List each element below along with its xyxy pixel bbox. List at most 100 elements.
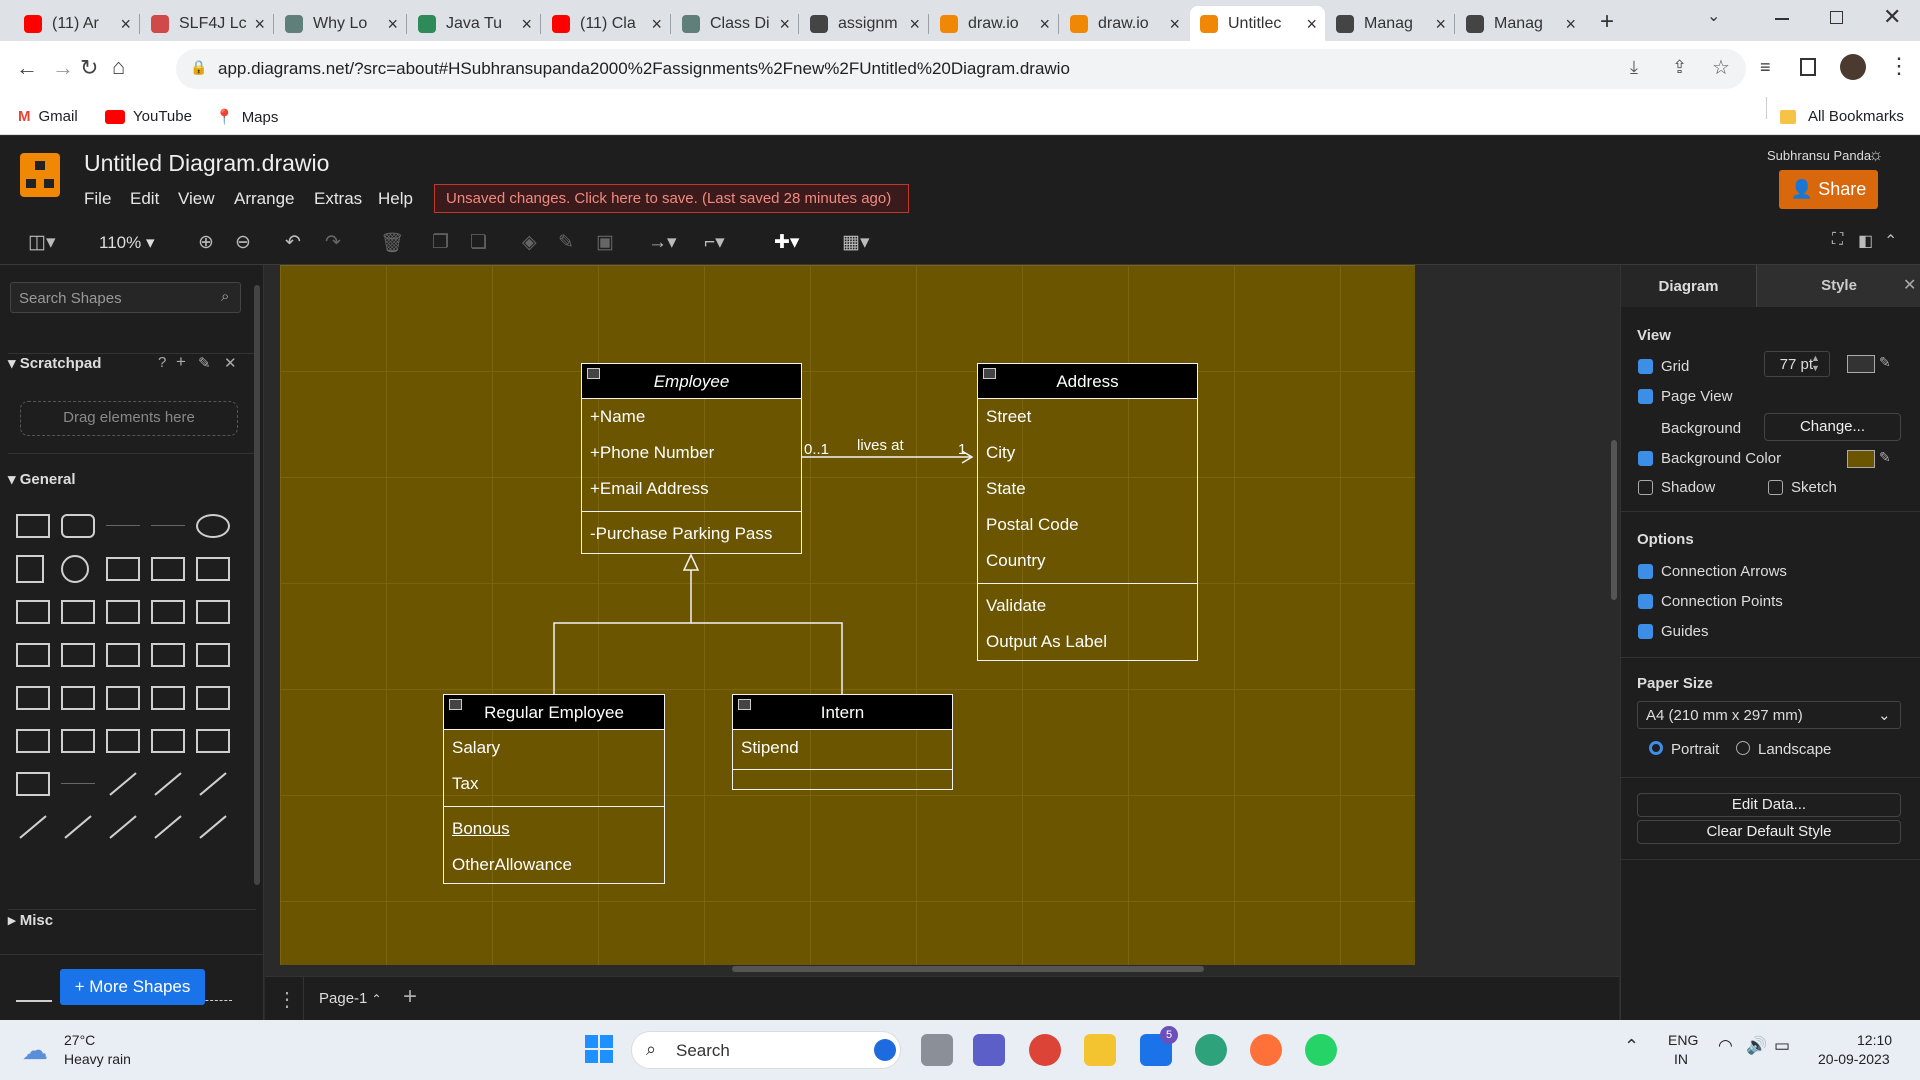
grid-size-input[interactable]: 77 pt: [1764, 351, 1830, 377]
edit-background-color-icon[interactable]: ✎: [1879, 449, 1891, 466]
sketch-label: Sketch: [1791, 479, 1837, 496]
teams-icon[interactable]: [973, 1034, 1005, 1066]
change-background-button[interactable]: Change...: [1764, 413, 1901, 441]
clock-date[interactable]: 20-09-2023: [1818, 1051, 1890, 1067]
attribute[interactable]: Salary: [444, 730, 664, 766]
attribute[interactable]: State: [978, 471, 1197, 507]
connection-arrows-label: Connection Arrows: [1661, 563, 1787, 580]
clear-default-style-button[interactable]: Clear Default Style: [1637, 820, 1901, 844]
windows-taskbar: ☁ 27°C Heavy rain ⌕ Search 5 ⌃ ENG IN ◠ …: [0, 1020, 1920, 1080]
class-divider: [444, 806, 664, 807]
edit-grid-color-icon[interactable]: ✎: [1879, 354, 1891, 371]
chrome-icon[interactable]: [1029, 1034, 1061, 1066]
clock-time[interactable]: 12:10: [1857, 1032, 1892, 1048]
class-regular-employee[interactable]: Regular Employee Salary Tax Bonous Other…: [443, 694, 665, 884]
wifi-icon[interactable]: ◠: [1718, 1036, 1733, 1056]
class-name: Intern: [820, 703, 865, 722]
edit-data-button[interactable]: Edit Data...: [1637, 793, 1901, 817]
background-color-checkbox[interactable]: [1638, 451, 1653, 466]
volume-icon[interactable]: 🔊: [1746, 1036, 1767, 1056]
association-label[interactable]: lives at: [857, 437, 904, 454]
file-explorer-icon[interactable]: [1084, 1034, 1116, 1066]
sketch-checkbox[interactable]: [1768, 480, 1783, 495]
collapse-toggle-icon[interactable]: [983, 368, 996, 379]
class-header[interactable]: Address: [978, 364, 1197, 399]
class-intern[interactable]: Intern Stipend: [732, 694, 953, 790]
connection-arrows-checkbox[interactable]: [1638, 564, 1653, 579]
add-page-icon[interactable]: +: [403, 983, 417, 1011]
attribute[interactable]: +Name: [582, 399, 801, 435]
attribute[interactable]: +Email Address: [582, 471, 801, 507]
portrait-label: Portrait: [1671, 741, 1720, 758]
attribute[interactable]: Stipend: [733, 730, 952, 766]
guides-checkbox[interactable]: [1638, 624, 1653, 639]
divider: [1621, 511, 1920, 512]
inheritance-line-intern[interactable]: [691, 622, 843, 694]
class-divider: [582, 511, 801, 512]
method[interactable]: Output As Label: [978, 624, 1197, 660]
method[interactable]: -Purchase Parking Pass: [582, 516, 801, 552]
attribute[interactable]: +Phone Number: [582, 435, 801, 471]
landscape-radio[interactable]: [1736, 741, 1750, 755]
paper-size-title: Paper Size: [1637, 675, 1713, 692]
grid-size-stepper[interactable]: ▲ ▼: [1811, 353, 1820, 373]
attribute[interactable]: Tax: [444, 766, 664, 802]
grid-color-swatch[interactable]: [1847, 355, 1875, 373]
canvas-vertical-scrollbar[interactable]: [1611, 440, 1617, 600]
task-view-icon[interactable]: [921, 1034, 953, 1066]
connection-points-checkbox[interactable]: [1638, 594, 1653, 609]
collapse-toggle-icon[interactable]: [587, 368, 600, 379]
weather-icon[interactable]: ☁: [22, 1035, 48, 1066]
language-code[interactable]: ENG: [1668, 1032, 1698, 1048]
whatsapp-icon[interactable]: [1305, 1034, 1337, 1066]
collapse-toggle-icon[interactable]: [738, 699, 751, 710]
portrait-radio[interactable]: [1649, 741, 1663, 755]
taskbar-search[interactable]: ⌕ Search: [631, 1031, 901, 1069]
mail-icon[interactable]: 5: [1140, 1026, 1178, 1066]
background-color-swatch[interactable]: [1847, 450, 1875, 468]
format-panel: Diagram Style ✕ View Grid 77 pt ▲ ▼ ✎ Pag…: [1620, 265, 1920, 1020]
divider: [303, 977, 304, 1021]
attribute[interactable]: Street: [978, 399, 1197, 435]
inheritance-line-regular[interactable]: [553, 570, 692, 694]
tab-diagram[interactable]: Diagram: [1621, 265, 1756, 307]
page-view-label: Page View: [1661, 388, 1733, 405]
weather-temp[interactable]: 27°C: [64, 1032, 95, 1048]
battery-icon[interactable]: ▭: [1774, 1036, 1790, 1056]
attribute[interactable]: Country: [978, 543, 1197, 579]
class-header[interactable]: Intern: [733, 695, 952, 730]
weather-desc[interactable]: Heavy rain: [64, 1051, 131, 1067]
class-address[interactable]: Address Street City State Postal Code Co…: [977, 363, 1198, 661]
source-multiplicity: 0..1: [804, 441, 830, 458]
method[interactable]: Bonous: [444, 811, 664, 847]
collapse-toggle-icon[interactable]: [449, 699, 462, 710]
target-multiplicity: 1: [958, 441, 967, 458]
grid-checkbox[interactable]: [1638, 359, 1653, 374]
pages-menu-icon[interactable]: ⋮: [277, 987, 297, 1012]
attribute[interactable]: Postal Code: [978, 507, 1197, 543]
class-header[interactable]: Regular Employee: [444, 695, 664, 730]
windows-start-icon[interactable]: [585, 1035, 613, 1063]
page-view-checkbox[interactable]: [1638, 389, 1653, 404]
close-panel-icon[interactable]: ✕: [1903, 275, 1916, 295]
guides-label: Guides: [1661, 623, 1709, 640]
connection-points-label: Connection Points: [1661, 593, 1783, 610]
class-name: Address: [1056, 372, 1119, 391]
shadow-checkbox[interactable]: [1638, 480, 1653, 495]
class-header[interactable]: Employee: [582, 364, 801, 399]
class-employee[interactable]: Employee +Name +Phone Number +Email Addr…: [581, 363, 802, 554]
language-region[interactable]: IN: [1674, 1051, 1688, 1067]
chevron-up-icon[interactable]: ⌃: [1624, 1036, 1639, 1057]
tab-style[interactable]: Style: [1756, 265, 1920, 307]
divider: [1621, 859, 1920, 860]
page-tabs-bar: ⋮ Page-1 ⌃ +: [265, 976, 1619, 1021]
attribute[interactable]: City: [978, 435, 1197, 471]
page-tab-current[interactable]: Page-1 ⌃: [319, 990, 382, 1007]
edge-icon[interactable]: [1195, 1034, 1227, 1066]
canvas-scrollbar[interactable]: [732, 966, 1204, 972]
method[interactable]: OtherAllowance: [444, 847, 664, 883]
divider: [1621, 777, 1920, 778]
paper-size-select[interactable]: A4 (210 mm x 297 mm) ⌄: [1637, 701, 1901, 729]
firefox-icon[interactable]: [1250, 1034, 1282, 1066]
method[interactable]: Validate: [978, 588, 1197, 624]
